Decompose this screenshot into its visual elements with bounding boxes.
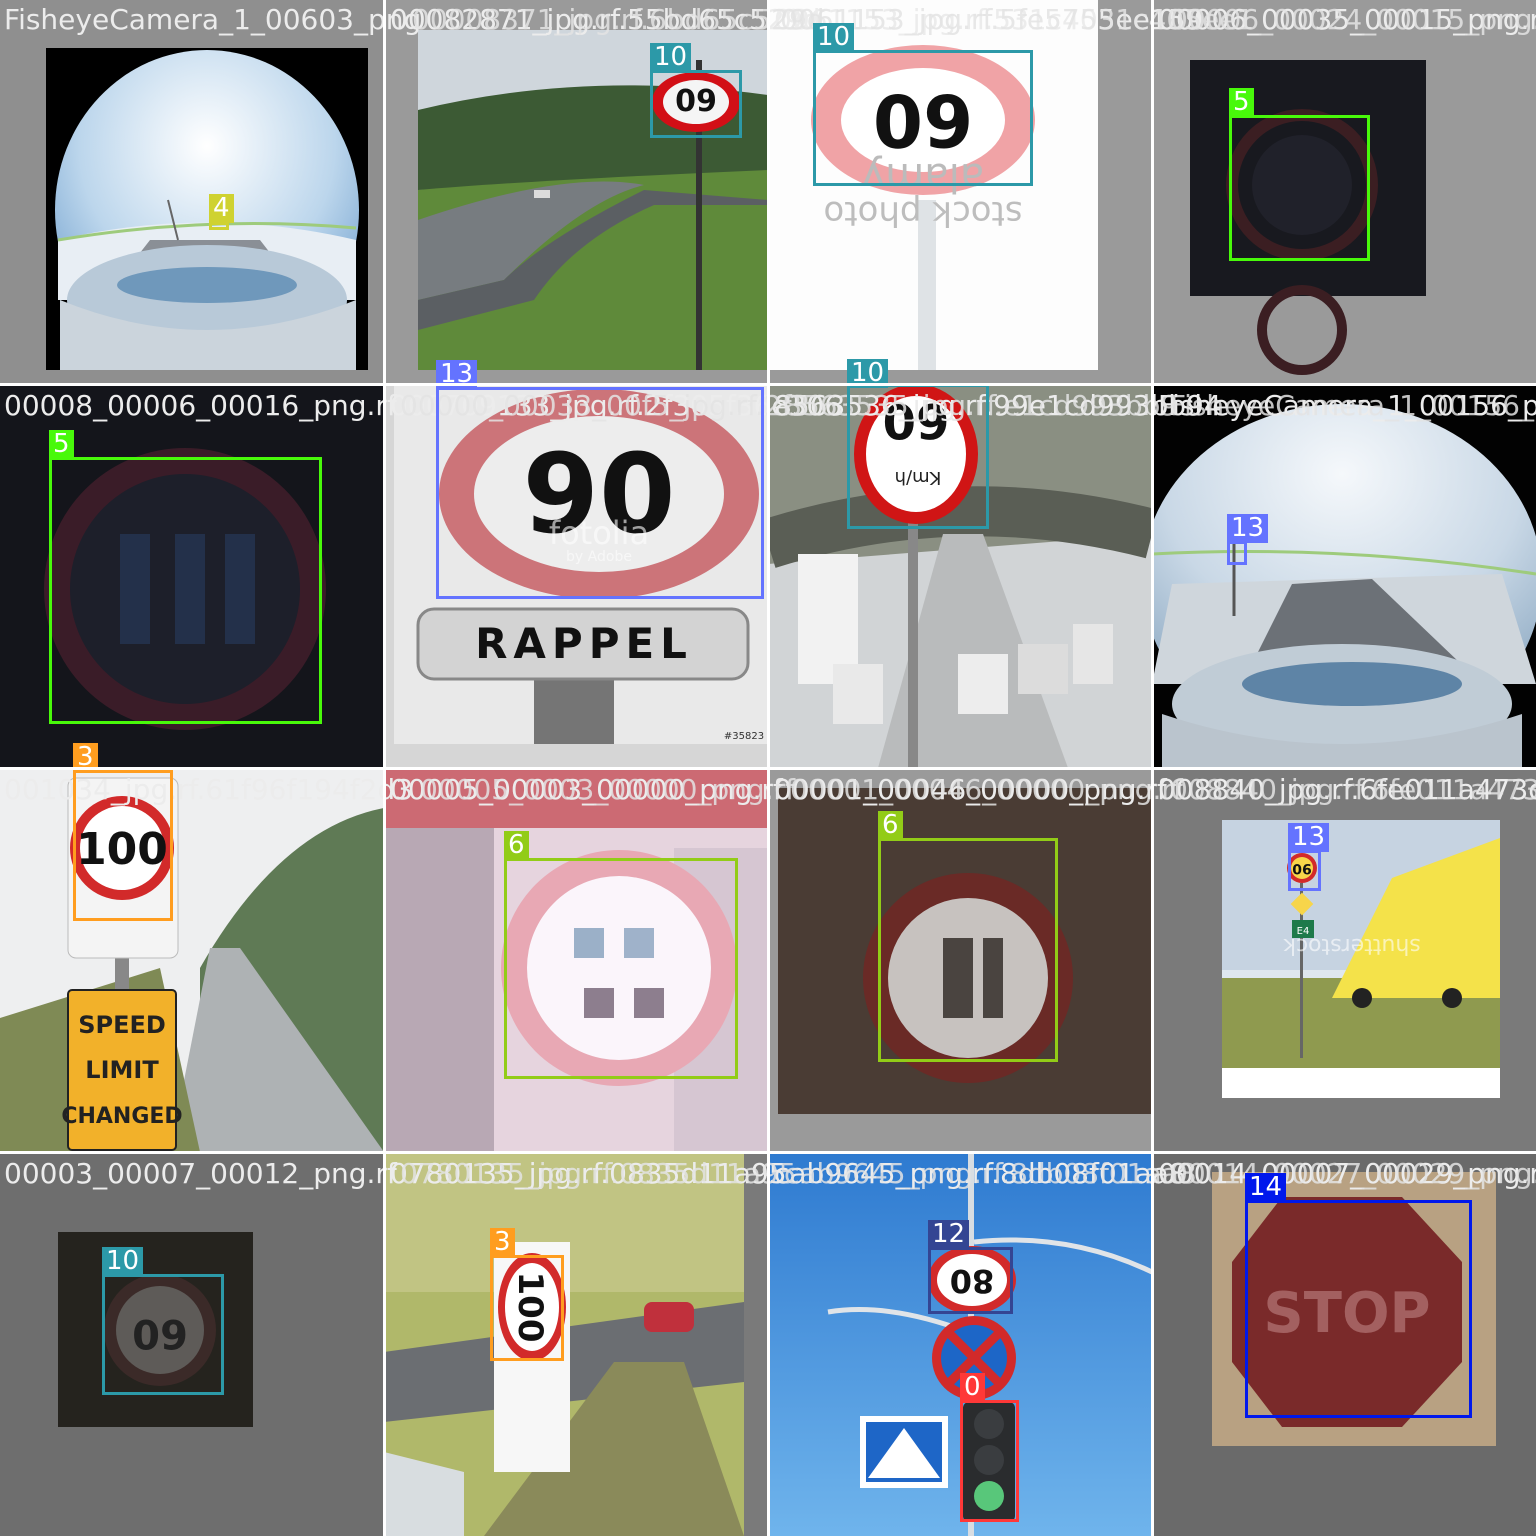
- tile-fisheye-road-2: [1152, 384, 1536, 768]
- tile-road-60-sign: 60: [384, 0, 768, 384]
- tile-fisheye-road-1: [0, 0, 384, 384]
- filename-label: 00008_00006_00016_png.rf: [4, 389, 397, 422]
- bbox-label: 14: [1245, 1173, 1287, 1202]
- filename-label: 001034_jpg.rf.61f96f194f2d3: [4, 773, 414, 806]
- changed-text: CHANGED: [61, 1104, 182, 1129]
- bbox-label: 6: [504, 831, 529, 860]
- bbox-label: 5: [1229, 88, 1254, 117]
- roadside-photo: 100: [384, 1152, 744, 1536]
- bbox-class-13: [1227, 541, 1247, 565]
- bbox-class-5: [49, 457, 322, 724]
- filename-overlap: 00006_00024_00015_png.rf: [1170, 3, 1536, 36]
- bbox-class-4: [209, 222, 229, 230]
- filename-overlap: 0780135_jpg.rf.0835d11a95: [400, 1157, 797, 1190]
- bbox-class-3: [73, 770, 173, 921]
- fisheye-road-image: [46, 48, 368, 370]
- grid-divider: [0, 767, 1536, 770]
- tile-speed-limit-changed: 100 SPEED LIMIT CHANGED: [0, 768, 384, 1152]
- filename-overlap: 00001_00046_00000_png.rf: [790, 773, 1183, 806]
- speed-sign-photo: 100 SPEED LIMIT CHANGED: [0, 768, 384, 1152]
- shutterstock-watermark: shutterstock: [1283, 933, 1421, 958]
- bbox-class-13: [1288, 850, 1321, 891]
- bbox-label: 6: [878, 811, 903, 840]
- bbox-class-0: [960, 1400, 1019, 1522]
- bbox-label: 13: [1288, 823, 1330, 852]
- bbox-label: 3: [490, 1228, 515, 1257]
- speed-text: SPEED: [78, 1011, 166, 1039]
- bbox-class-6: [504, 858, 738, 1079]
- bbox-class-10: [650, 70, 742, 138]
- bbox-class-12: [928, 1247, 1013, 1314]
- filename-overlap: 00005_0003_00000_png.rf: [420, 773, 795, 806]
- road-sign-photo: 60: [418, 30, 768, 370]
- filename-label: FisheyeCamera_1_00603_png: [4, 3, 422, 36]
- tile-roadside-100: 100: [384, 1152, 768, 1536]
- bbox-label: 0: [960, 1373, 985, 1402]
- bbox-label: 4: [209, 194, 234, 223]
- bbox-class-6: [878, 838, 1058, 1062]
- bbox-class-14: [1245, 1200, 1472, 1418]
- grid-divider: [0, 383, 1536, 386]
- bbox-class-10: [102, 1274, 224, 1395]
- bus-road-photo: 90 E4 shutterstock: [1222, 820, 1500, 1098]
- detection-mosaic: 60 60 alamy stock photo 90 fotolia by Ad…: [0, 0, 1536, 1536]
- image-code: #35823: [724, 731, 764, 742]
- filename-overlap: 00008371_jpg.rf.6bd65c529d: [412, 3, 825, 36]
- fisheye-road-image: [1152, 384, 1536, 768]
- tile-bus-90: 90 E4 shutterstock: [1152, 768, 1536, 1152]
- rappel-text: RAPPEL: [475, 619, 693, 668]
- bbox-label: 12: [928, 1220, 970, 1249]
- bbox-class-10: [847, 384, 989, 529]
- filename-overlap: FisheyeCamera_1_00156_p: [1170, 389, 1536, 422]
- bbox-class-3: [490, 1255, 564, 1361]
- filename-overlap: 008840_jpg.rf.6fe011a473d: [1170, 773, 1536, 806]
- bbox-label: 10: [102, 1247, 144, 1276]
- grid-divider: [0, 1151, 1536, 1154]
- limit-text: LIMIT: [85, 1056, 159, 1084]
- bbox-class-5: [1229, 115, 1370, 261]
- bbox-label: 10: [650, 43, 692, 72]
- stock-photo-watermark: stock photo: [823, 193, 1022, 233]
- bbox-label: 10: [813, 23, 855, 52]
- filename-label: 00003_00007_00012_png.rf: [4, 1157, 397, 1190]
- filename-overlap: 00014_00027_00029_png.rf: [1170, 1157, 1536, 1190]
- bbox-label: 13: [1227, 514, 1269, 543]
- bbox-class-13: [436, 387, 764, 599]
- bbox-class-10: [813, 50, 1033, 186]
- bbox-label: 5: [49, 430, 74, 459]
- filename-overlap: cab9645_png.rf.8db08f01aa8: [784, 1157, 1197, 1190]
